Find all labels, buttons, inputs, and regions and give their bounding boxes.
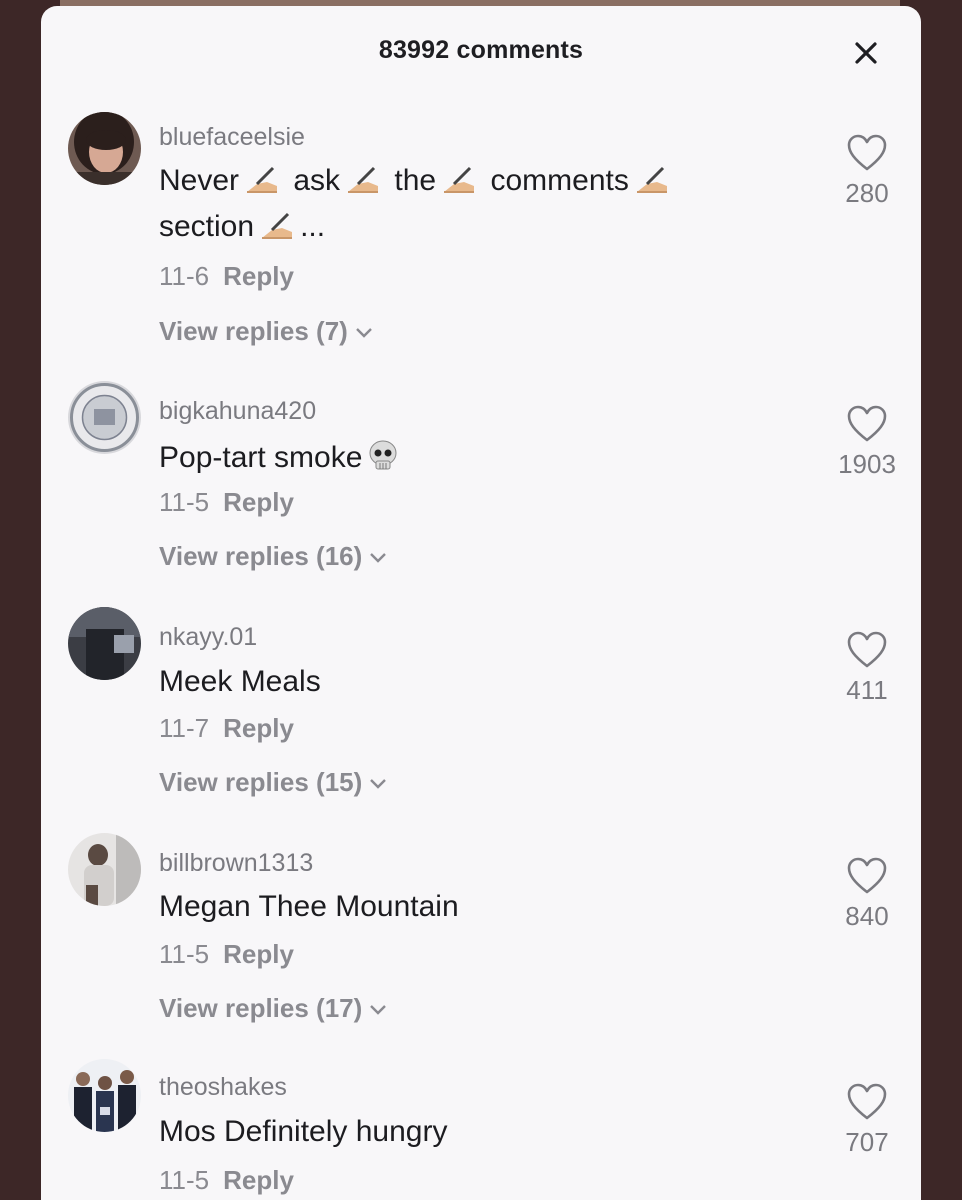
comment-text: Pop-tart smoke [159, 435, 809, 481]
close-icon [855, 42, 877, 64]
comments-sheet: 83992 comments bluefaceelsie Never ask t… [41, 6, 921, 1200]
comment-date: 11-5 [159, 939, 210, 969]
view-replies-label: View replies (16) [159, 541, 363, 571]
comment-meta: 11-7 Reply [159, 713, 294, 744]
comment-username[interactable]: nkayy.01 [159, 623, 257, 652]
comment-username[interactable]: bigkahuna420 [159, 397, 316, 426]
chevron-down-icon [370, 1005, 387, 1015]
comment-meta: 11-6 Reply [159, 261, 294, 292]
comment-word: ask [293, 164, 341, 197]
comment-word: section [159, 210, 255, 243]
reply-button[interactable]: Reply [223, 1165, 294, 1195]
writing-hand-emoji [243, 164, 281, 196]
like-count: 840 [845, 901, 889, 931]
heart-icon [847, 134, 887, 171]
heart-icon [847, 405, 887, 442]
like-button[interactable]: 280 [827, 134, 907, 209]
heart-icon [847, 631, 887, 668]
comment-body: Meek Meals [159, 665, 321, 698]
chevron-down-icon [370, 779, 387, 789]
like-button[interactable]: 1903 [827, 405, 907, 480]
comment-item: billbrown1313 Megan Thee Mountain 11-5 Re… [41, 833, 921, 1043]
comment-meta: 11-5 Reply [159, 487, 294, 518]
comment-word: the [394, 164, 437, 197]
comments-header: 83992 comments [41, 6, 921, 94]
view-replies-button[interactable]: View replies (15) [159, 767, 388, 798]
reply-button[interactable]: Reply [223, 487, 294, 517]
like-count: 1903 [838, 449, 896, 479]
comment-text: Megan Thee Mountain [159, 884, 809, 930]
heart-icon [847, 857, 887, 894]
comment-date: 11-7 [159, 713, 210, 743]
comment-meta: 11-5 Reply [159, 1165, 294, 1196]
comment-meta: 11-5 Reply [159, 939, 294, 970]
avatar[interactable] [68, 607, 141, 680]
comment-username[interactable]: billbrown1313 [159, 849, 313, 878]
comment-date: 11-5 [159, 487, 210, 517]
view-replies-label: View replies (17) [159, 993, 363, 1023]
like-count: 411 [846, 675, 888, 705]
like-button[interactable]: 411 [827, 631, 907, 706]
comment-item: bluefaceelsie Never ask the comments sec… [41, 106, 921, 356]
comment-item: bigkahuna420 Pop-tart smoke 11-5 Reply Vi… [41, 381, 921, 591]
comment-body: Mos Definitely hungry [159, 1115, 448, 1148]
reply-button[interactable]: Reply [223, 261, 294, 291]
comment-date: 11-6 [159, 261, 210, 291]
view-replies-label: View replies (7) [159, 316, 348, 346]
view-replies-button[interactable]: View replies (16) [159, 541, 388, 572]
like-count: 707 [845, 1127, 889, 1157]
comment-username[interactable]: theoshakes [159, 1073, 287, 1102]
comment-body: Pop-tart smoke [159, 441, 363, 474]
comment-item: nkayy.01 Meek Meals 11-7 Reply View repli… [41, 607, 921, 817]
like-button[interactable]: 840 [827, 857, 907, 932]
avatar[interactable] [68, 112, 141, 185]
like-count: 280 [845, 178, 889, 208]
comment-username[interactable]: bluefaceelsie [159, 123, 305, 152]
comment-word: comments [490, 164, 629, 197]
writing-hand-emoji [258, 210, 296, 242]
like-button[interactable]: 707 [827, 1083, 907, 1158]
reply-button[interactable]: Reply [223, 713, 294, 743]
view-replies-label: View replies (15) [159, 767, 363, 797]
comment-word: Never [159, 164, 240, 197]
writing-hand-emoji [440, 164, 478, 196]
chevron-down-icon [355, 328, 372, 338]
comment-text: Never ask the comments section... [159, 158, 809, 250]
reply-button[interactable]: Reply [223, 939, 294, 969]
avatar[interactable] [68, 833, 141, 906]
comment-text: Mos Definitely hungry [159, 1109, 809, 1155]
close-button[interactable] [849, 36, 883, 70]
writing-hand-emoji [633, 164, 671, 196]
comment-body: Megan Thee Mountain [159, 890, 459, 923]
writing-hand-emoji [344, 164, 382, 196]
view-replies-button[interactable]: View replies (7) [159, 316, 374, 347]
heart-icon [847, 1083, 887, 1120]
comments-count-title: 83992 comments [378, 36, 584, 64]
comment-ellipsis: ... [300, 210, 326, 243]
avatar[interactable] [68, 1059, 141, 1132]
view-replies-button[interactable]: View replies (17) [159, 993, 388, 1024]
chevron-down-icon [370, 553, 387, 563]
comment-date: 11-5 [159, 1165, 210, 1195]
avatar[interactable] [68, 381, 141, 454]
comment-item: theoshakes Mos Definitely hungry 11-5 Rep… [41, 1059, 921, 1200]
comment-text: Meek Meals [159, 659, 809, 705]
skull-emoji [366, 439, 400, 473]
